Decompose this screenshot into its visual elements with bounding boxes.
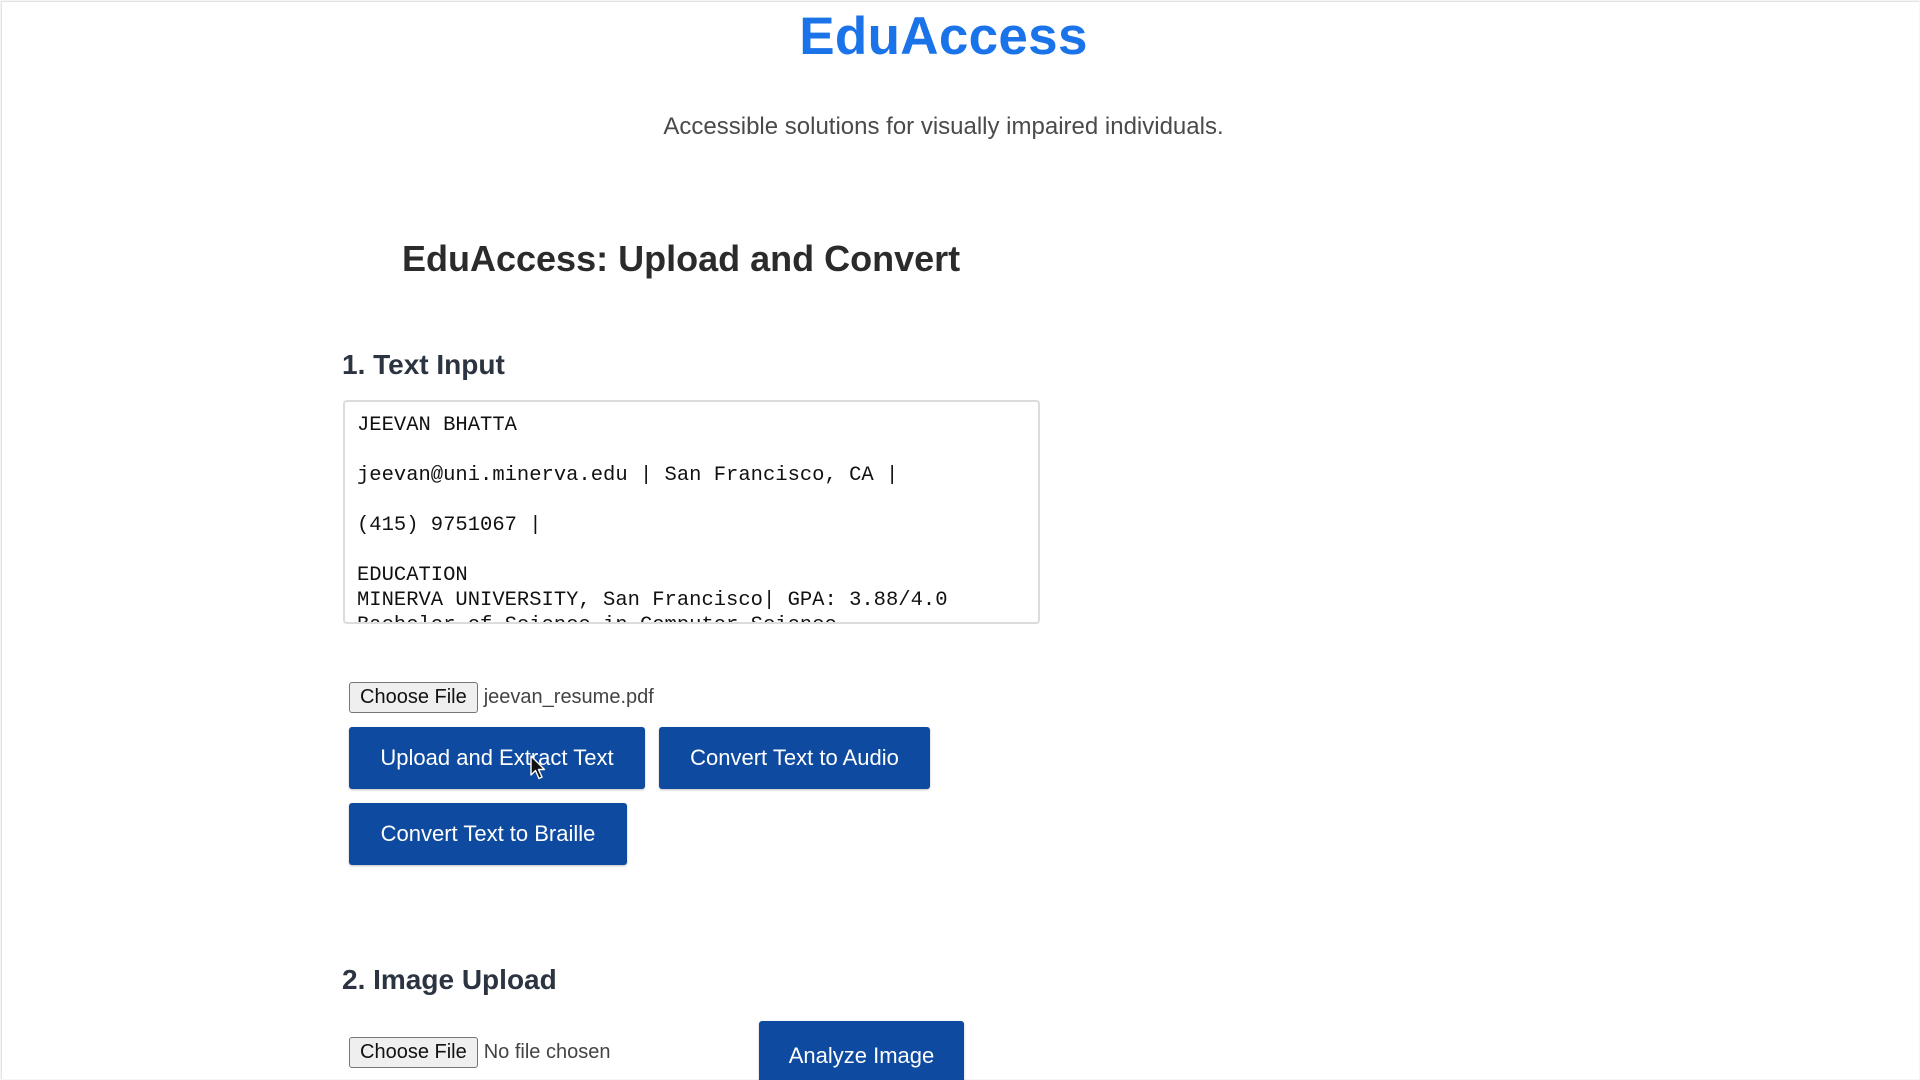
mouse-pointer-icon: [530, 755, 546, 780]
analyze-image-button[interactable]: Analyze Image: [759, 1021, 964, 1080]
upload-extract-button[interactable]: Upload and Extract Text: [349, 727, 645, 789]
selected-file-name: jeevan_resume.pdf: [483, 686, 654, 708]
page: EduAccess Accessible solutions for visua…: [1, 1, 1919, 1080]
site-title: EduAccess: [799, 7, 1088, 66]
image-upload-heading: 2. Image Upload: [342, 964, 557, 995]
convert-braille-button[interactable]: Convert Text to Braille: [349, 803, 627, 865]
image-file-name: No file chosen: [483, 1041, 611, 1063]
tagline: Accessible solutions for visually impair…: [663, 113, 1224, 140]
section-title: EduAccess: Upload and Convert: [402, 238, 961, 279]
image-file-picker: Choose File No file chosen: [349, 1037, 610, 1068]
text-input-area[interactable]: JEEVAN BHATTA jeevan@uni.minerva.edu | S…: [343, 400, 1040, 624]
text-input-heading: 1. Text Input: [342, 349, 505, 380]
text-file-picker: Choose File jeevan_resume.pdf: [349, 682, 654, 713]
choose-image-file-button[interactable]: Choose File: [349, 1037, 478, 1068]
choose-file-button[interactable]: Choose File: [349, 682, 478, 713]
convert-audio-button[interactable]: Convert Text to Audio: [659, 727, 930, 789]
